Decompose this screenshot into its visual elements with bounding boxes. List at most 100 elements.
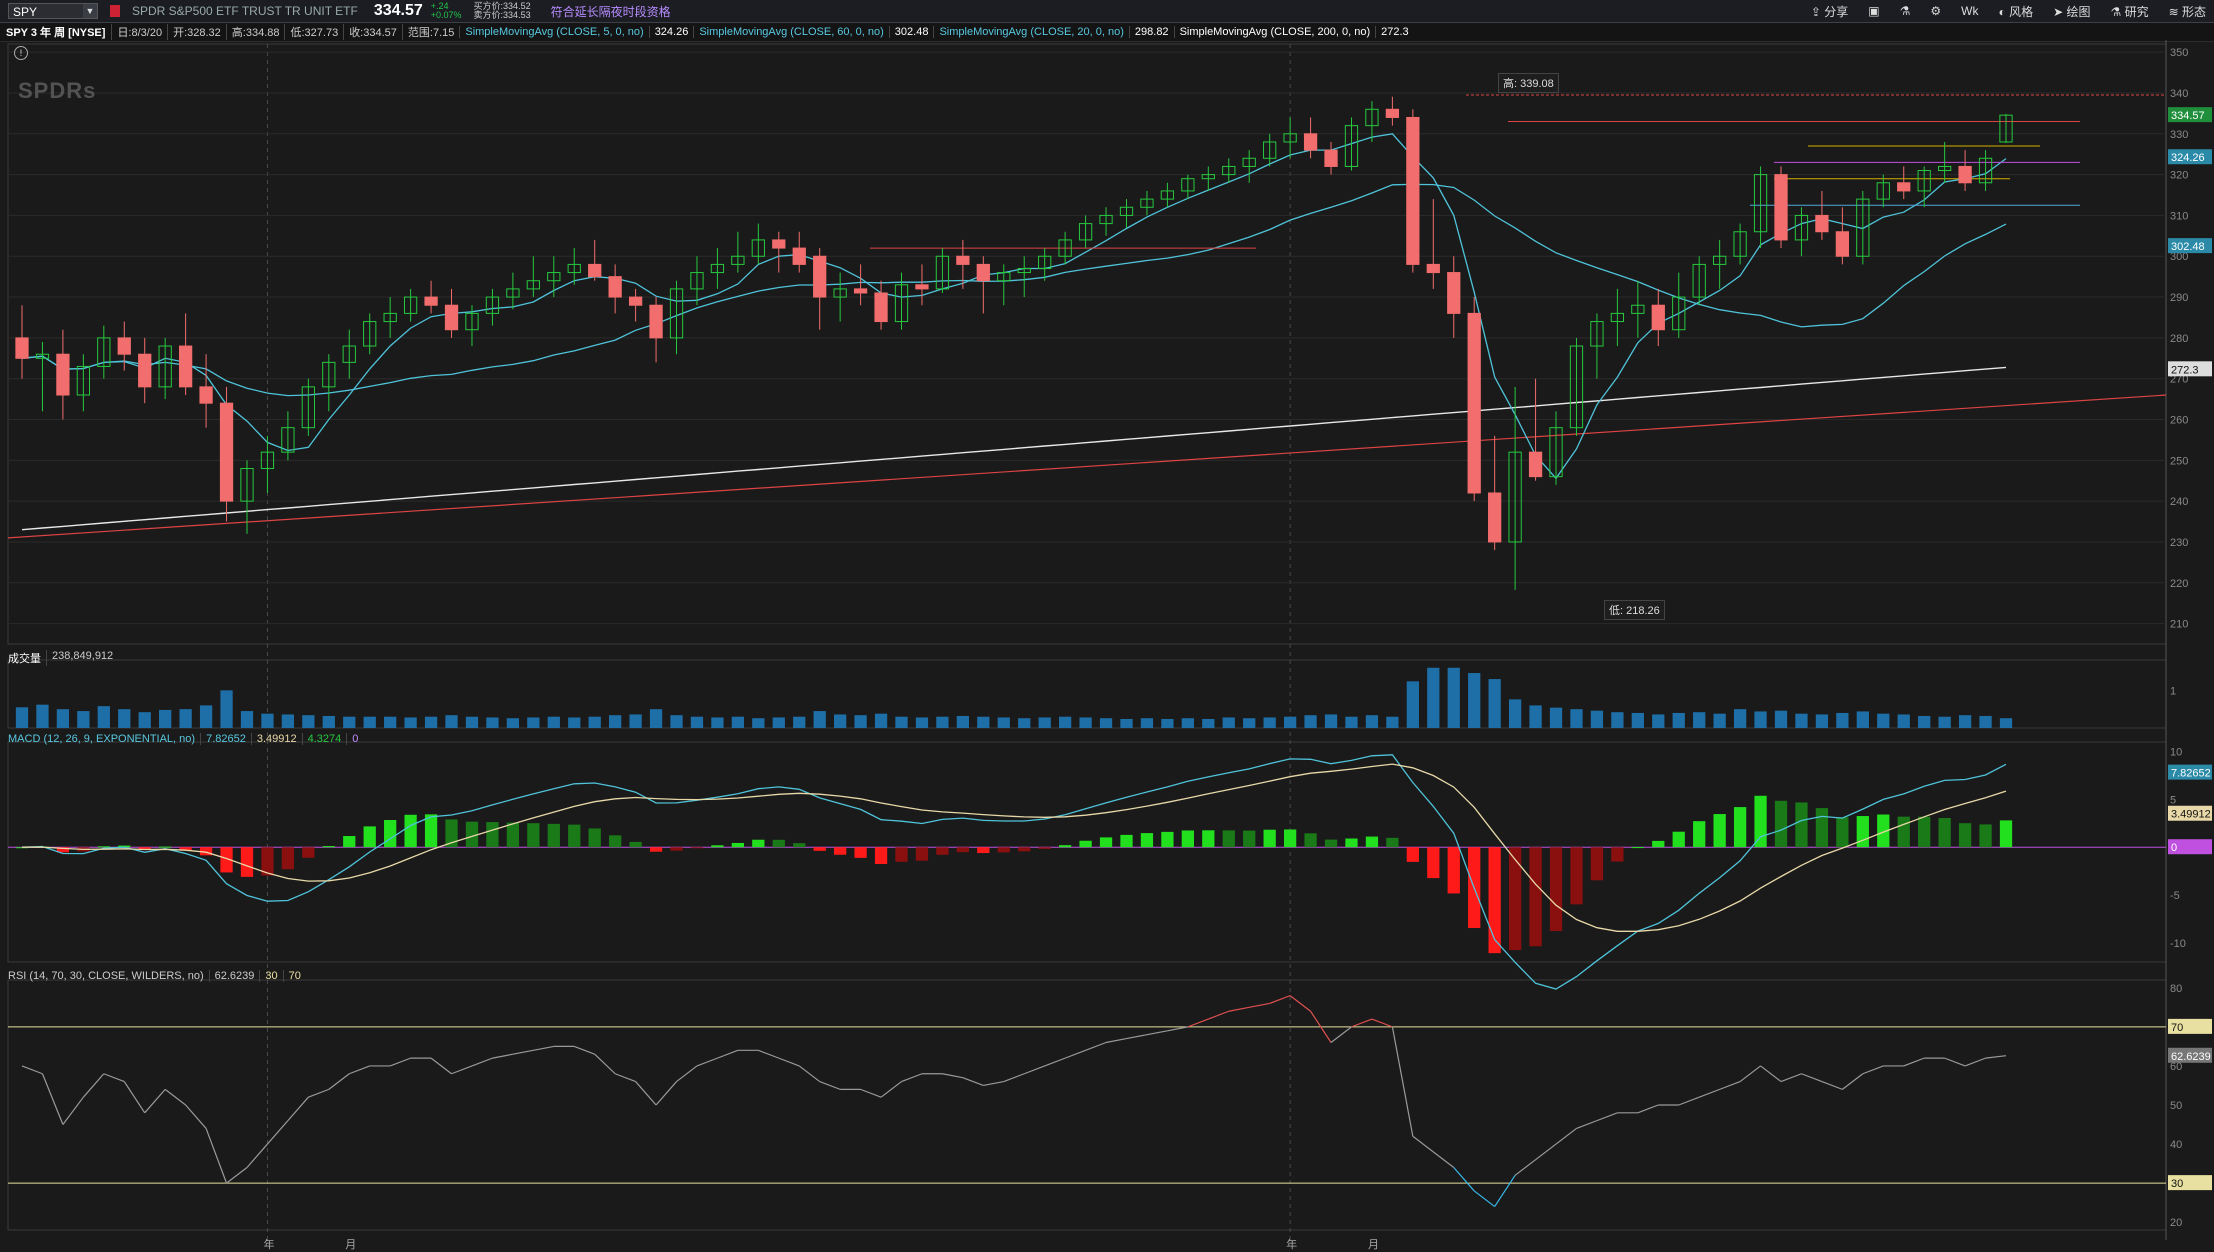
volume-bar	[138, 712, 151, 728]
rsi-line-segment	[349, 1065, 370, 1075]
chart-canvas[interactable]: 3503403303203103002902802702602502402302…	[0, 0, 2214, 1252]
candle-body	[1365, 108, 1379, 127]
volume-bar	[527, 717, 540, 728]
candle-body	[383, 312, 397, 323]
sma200-label[interactable]: SimpleMovingAvg (CLOSE, 200, 0, no)	[1173, 26, 1376, 38]
price-tick-label: 330	[2170, 129, 2188, 141]
volume-bar	[36, 704, 49, 728]
pattern-button[interactable]: ≋ 形态	[2169, 3, 2206, 20]
candle-body	[1610, 312, 1625, 323]
candle-body	[751, 239, 765, 257]
price-tick-label: 250	[2170, 455, 2188, 467]
rsi-line-segment	[1167, 1026, 1188, 1032]
volume-bar	[834, 714, 847, 728]
rsi-tick-label: 20	[2170, 1217, 2182, 1229]
macd-histogram-bar	[1120, 834, 1133, 848]
symbol-input[interactable]: SPY ▼	[8, 3, 98, 19]
rsi-line-segment	[1003, 1073, 1025, 1083]
sma5-label[interactable]: SimpleMovingAvg (CLOSE, 5, 0, no)	[459, 26, 648, 38]
rsi-line-segment	[594, 1053, 616, 1075]
volume-bar	[281, 714, 295, 728]
rsi-label[interactable]: RSI (14, 70, 30, CLOSE, WILDERS, no)	[8, 970, 209, 982]
rsi-line-segment	[1064, 1049, 1086, 1059]
rsi-line-segment	[41, 1073, 64, 1125]
rsi-line-segment	[1719, 1081, 1741, 1090]
macd-histogram-bar	[588, 828, 601, 848]
timeframe-button[interactable]: Wk	[1961, 4, 1978, 18]
volume-bar	[404, 717, 417, 728]
symbol-dropdown-icon[interactable]: ▼	[83, 4, 97, 18]
macd-diff: 4.3274	[301, 733, 347, 745]
candle-body	[1058, 239, 1072, 257]
volume-bar	[1222, 717, 1235, 728]
macd-histogram-bar	[1140, 833, 1154, 848]
rsi-line-segment	[901, 1073, 923, 1083]
macd-histogram-bar	[56, 847, 70, 853]
rsi-line-segment	[778, 1057, 800, 1067]
macd-histogram-bar	[977, 847, 990, 854]
candle-body	[1324, 149, 1338, 167]
rsi-value-badge-bg	[2168, 1047, 2212, 1063]
price-tick-label: 240	[2170, 496, 2188, 508]
low-label: 低: 218.26	[1604, 600, 1665, 620]
macd-histogram-bar	[1938, 818, 1951, 848]
candle-body	[158, 345, 172, 388]
candle-body	[1385, 108, 1400, 118]
layout-icon[interactable]: ▣	[1868, 4, 1879, 18]
volume-bar	[936, 716, 949, 728]
volume-bar	[1324, 714, 1338, 728]
rsi-line-segment	[430, 1057, 452, 1075]
candle-body	[1099, 214, 1113, 225]
macd-signal-badge: 3.49912	[2171, 809, 2211, 821]
volume-bar	[159, 709, 172, 728]
candle-body	[56, 353, 70, 396]
info-icon[interactable]: !	[14, 46, 28, 60]
study-button[interactable]: ⚗ 研究	[2110, 3, 2148, 20]
volume-tick-label: 1	[2170, 685, 2176, 697]
rsi-line-segment	[798, 1065, 821, 1083]
volume-bar	[1836, 712, 1849, 728]
candle-body	[117, 337, 131, 355]
macd-histogram-bar	[1733, 807, 1747, 848]
rsi-line-segment	[389, 1057, 411, 1067]
volume-bar	[956, 715, 970, 728]
candle-body	[1958, 165, 1972, 184]
volume-bar	[1181, 718, 1194, 728]
rsi-line-segment	[983, 1080, 1004, 1087]
high-label: 高: 339.08	[1498, 73, 1559, 93]
macd-zero: 0	[346, 733, 363, 745]
macd-histogram-bar	[1263, 829, 1276, 848]
candle-body	[874, 292, 888, 323]
volume-bar	[649, 709, 663, 728]
macd-histogram-bar	[609, 835, 622, 848]
macd-tick-label: 10	[2170, 747, 2182, 759]
volume-bar	[445, 715, 458, 728]
macd-histogram-bar	[1611, 847, 1624, 862]
candle-body	[35, 353, 50, 359]
macd-label[interactable]: MACD (12, 26, 9, EXPONENTIAL, no)	[8, 733, 200, 745]
draw-button[interactable]: ➤ 绘图	[2053, 3, 2090, 20]
volume-bar	[1549, 707, 1563, 728]
volume-bar	[547, 716, 560, 728]
volume-bar	[1529, 705, 1542, 728]
info-close: 收:334.57	[343, 24, 402, 40]
share-button[interactable]: ⇪ 分享	[1811, 3, 1848, 20]
macd-histogram-bar	[527, 823, 540, 848]
candle-body	[240, 467, 254, 502]
volume-bar	[977, 716, 990, 728]
sma200-value: 272.3	[1375, 26, 1414, 38]
macd-histogram-bar	[1222, 830, 1235, 848]
rsi-line-segment	[1801, 1073, 1823, 1083]
macd-histogram-bar	[302, 847, 315, 858]
flask-icon[interactable]: ⚗	[1900, 4, 1911, 18]
rsi-header: RSI (14, 70, 30, CLOSE, WILDERS, no) 62.…	[8, 970, 306, 982]
sma20-label[interactable]: SimpleMovingAvg (CLOSE, 20, 0, no)	[933, 26, 1128, 38]
candle-body	[1406, 116, 1420, 265]
gear-icon[interactable]: ⚙	[1930, 4, 1941, 18]
style-button[interactable]: ◐ 风格	[1998, 3, 2033, 20]
rsi-line-segment	[1964, 1057, 1986, 1067]
link-color-icon[interactable]	[110, 5, 120, 17]
volume-bar	[363, 716, 376, 728]
volume-bar	[1427, 667, 1440, 728]
sma60-label[interactable]: SimpleMovingAvg (CLOSE, 60, 0, no)	[693, 26, 888, 38]
